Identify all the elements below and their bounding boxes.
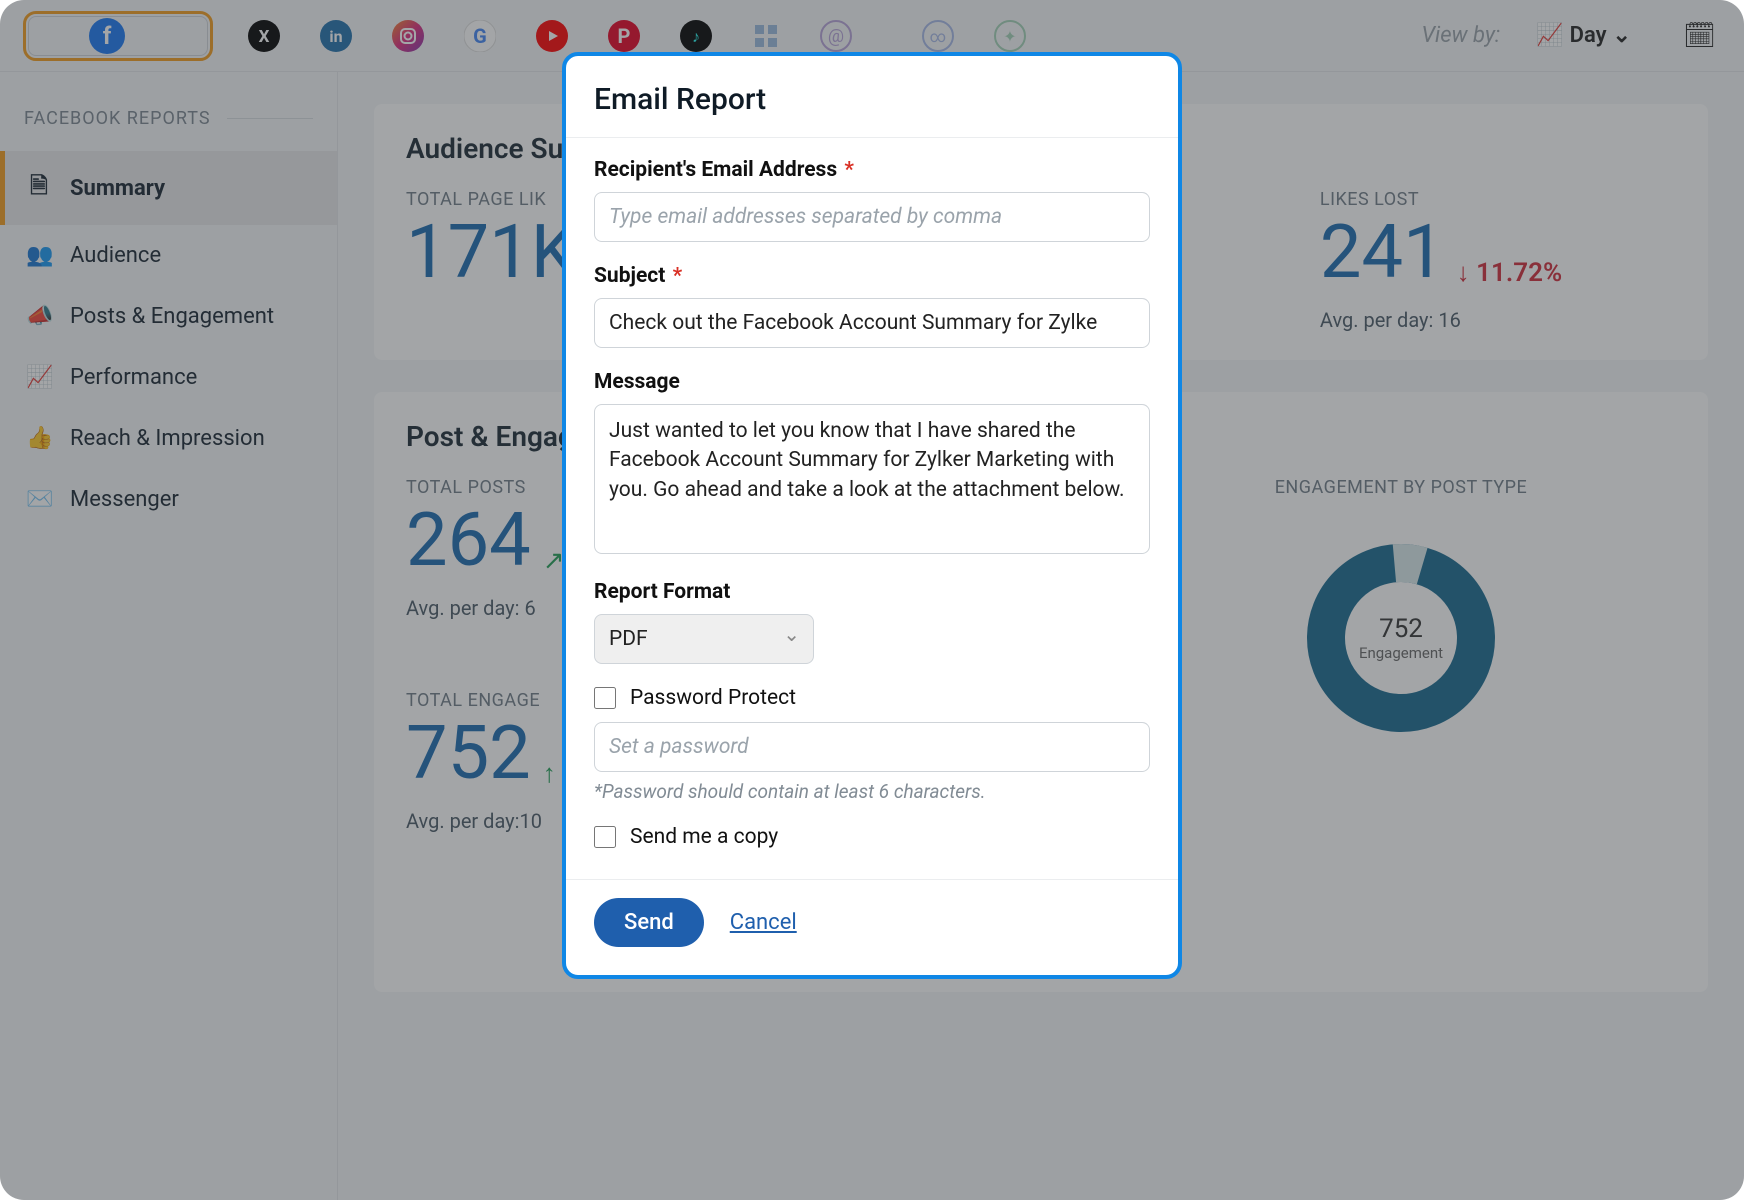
format-select[interactable]: PDF	[594, 614, 814, 664]
modal-title: Email Report	[566, 56, 1178, 138]
subject-input[interactable]	[594, 298, 1150, 348]
send-button[interactable]: Send	[594, 898, 704, 947]
password-hint: *Password should contain at least 6 char…	[594, 780, 1150, 803]
send-copy-checkbox[interactable]	[594, 826, 616, 848]
cancel-link[interactable]: Cancel	[730, 910, 797, 935]
subject-label: Subject	[594, 264, 665, 288]
required-mark: *	[667, 264, 682, 288]
password-protect-label: Password Protect	[630, 686, 796, 710]
format-label: Report Format	[594, 580, 1150, 604]
message-textarea[interactable]	[594, 404, 1150, 554]
message-label: Message	[594, 370, 1150, 394]
email-report-modal: Email Report Recipient's Email Address *…	[562, 52, 1182, 979]
recipient-input[interactable]	[594, 192, 1150, 242]
password-input[interactable]	[594, 722, 1150, 772]
recipient-label: Recipient's Email Address	[594, 158, 837, 182]
send-copy-label: Send me a copy	[630, 825, 778, 849]
required-mark: *	[839, 158, 854, 182]
password-protect-checkbox[interactable]	[594, 687, 616, 709]
app-window: f X in G P ♪ @ ∞ ✦ View by: 📈 Day ⌄ 🗓 FA…	[0, 0, 1744, 1200]
